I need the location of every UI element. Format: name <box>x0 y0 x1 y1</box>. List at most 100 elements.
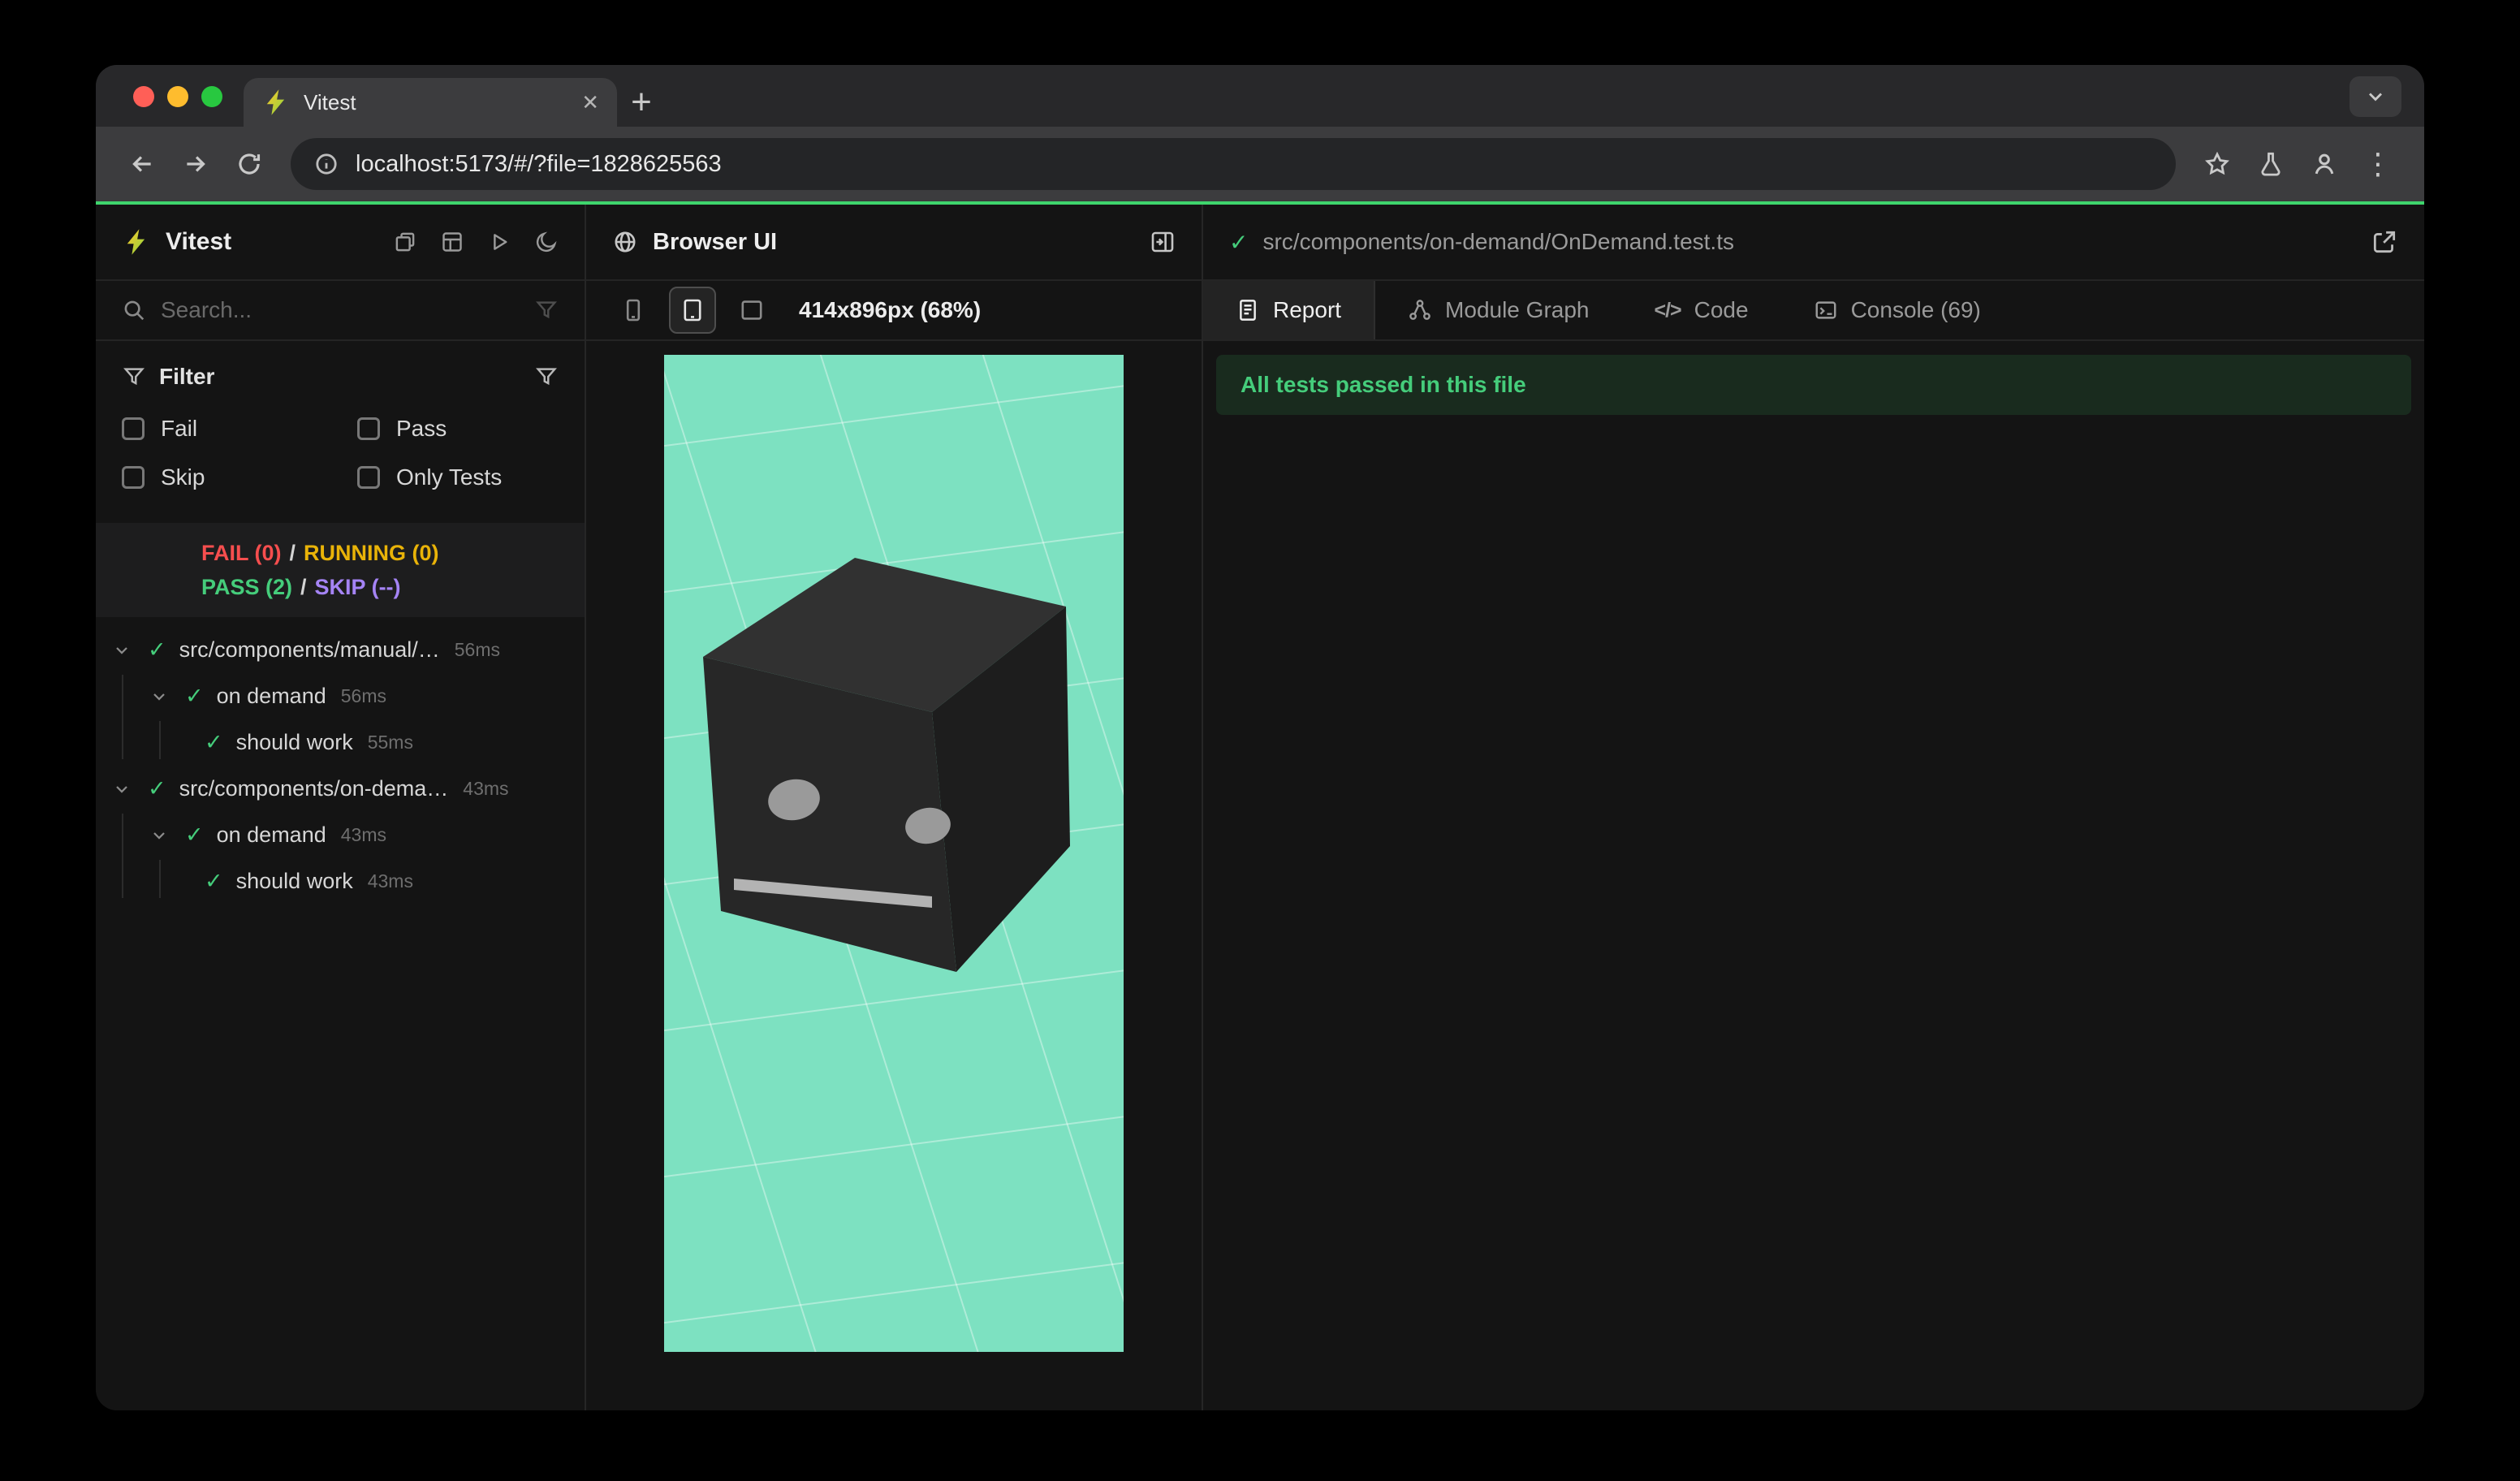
tree-row-file[interactable]: ✓ src/components/manual/… 56ms <box>96 627 585 673</box>
check-icon: ✓ <box>205 730 223 754</box>
summary-line-2: PASS (2) / SKIP (--) <box>201 570 585 604</box>
tree-item-label: should work <box>235 730 353 754</box>
zoom-window-button[interactable] <box>201 86 222 107</box>
browser-tab[interactable]: Vitest ✕ <box>244 78 617 127</box>
nav-back-button[interactable] <box>115 137 169 191</box>
chevron-down-icon[interactable] <box>112 641 133 660</box>
filter-section: Filter Fail Pass Skip Only Tests <box>96 341 585 518</box>
checkbox-label: Skip <box>161 464 205 490</box>
reload-button[interactable] <box>222 137 276 191</box>
test-summary: FAIL (0) / RUNNING (0) PASS (2) / SKIP (--) <box>96 523 585 617</box>
collapse-panels-button[interactable] <box>393 230 417 254</box>
person-icon <box>2311 150 2338 178</box>
checkbox-box[interactable] <box>122 417 145 440</box>
tree-row-test[interactable]: ✓ should work 43ms <box>96 858 585 905</box>
search-filter-icon[interactable] <box>534 298 559 322</box>
chevron-down-icon[interactable] <box>149 687 170 706</box>
document-icon <box>1236 298 1260 322</box>
report-body: All tests passed in this file <box>1203 341 2424 1410</box>
tab-report[interactable]: Report <box>1203 281 1376 339</box>
phone-icon <box>620 297 646 323</box>
search-input[interactable] <box>161 297 520 323</box>
check-icon: ✓ <box>185 684 204 708</box>
tree-row-suite[interactable]: ✓ on demand 43ms <box>96 812 585 858</box>
checkbox-box[interactable] <box>357 417 380 440</box>
chevron-down-icon[interactable] <box>112 779 133 799</box>
robot-cube-scene <box>664 355 1124 1352</box>
tree-item-label: on demand <box>216 823 326 847</box>
tab-label: Console (69) <box>1850 297 1981 322</box>
tree-item-label: should work <box>235 869 353 893</box>
device-tablet-button[interactable] <box>669 287 716 334</box>
arrow-right-icon <box>182 150 209 178</box>
checkbox-pass[interactable]: Pass <box>357 416 559 442</box>
tree-row-suite[interactable]: ✓ on demand 56ms <box>96 673 585 719</box>
tree-row-test[interactable]: ✓ should work 55ms <box>96 719 585 766</box>
minimize-window-button[interactable] <box>167 86 188 107</box>
bookmark-button[interactable] <box>2190 137 2244 191</box>
profile-button[interactable] <box>2298 137 2351 191</box>
plus-icon: + <box>631 82 652 122</box>
dock-panel-button[interactable] <box>1150 229 1176 255</box>
running-count: RUNNING (0) <box>304 541 439 565</box>
panel-title: Browser UI <box>653 228 778 255</box>
nav-forward-button[interactable] <box>169 137 222 191</box>
flask-icon <box>2257 150 2285 178</box>
open-external-button[interactable] <box>2371 228 2398 256</box>
tab-search-button[interactable] <box>2350 76 2401 117</box>
theme-toggle-button[interactable] <box>534 230 559 254</box>
labs-button[interactable] <box>2244 137 2298 191</box>
dashboard-button[interactable] <box>440 230 464 254</box>
check-icon: ✓ <box>1229 229 1249 255</box>
filter-title: Filter <box>159 364 215 389</box>
kebab-menu-icon: ⋮ <box>2363 147 2393 180</box>
checkbox-label: Pass <box>396 416 447 441</box>
monitor-icon <box>739 297 765 323</box>
close-tab-icon[interactable]: ✕ <box>581 92 599 113</box>
address-bar[interactable]: localhost:5173/#/?file=1828625563 <box>291 138 2176 190</box>
check-icon: ✓ <box>148 637 166 662</box>
run-all-button[interactable] <box>487 230 511 254</box>
checkbox-box[interactable] <box>122 466 145 489</box>
checkbox-box[interactable] <box>357 466 380 489</box>
search-icon <box>122 298 146 322</box>
tree-item-time: 56ms <box>454 639 501 660</box>
pass-count: PASS (2) <box>201 575 293 599</box>
device-desktop-button[interactable] <box>731 289 773 331</box>
browser-window: Vitest ✕ + localhost:5173/#/?file=182862… <box>96 65 2424 1410</box>
device-toolbar: 414x896px (68%) <box>586 281 1202 341</box>
terminal-icon <box>1814 298 1838 322</box>
report-panel: ✓ src/components/on-demand/OnDemand.test… <box>1203 205 2424 1410</box>
close-window-button[interactable] <box>133 86 154 107</box>
tab-code[interactable]: </> Code <box>1621 281 1780 339</box>
browser-ui-body <box>586 341 1202 1410</box>
device-phone-button[interactable] <box>612 289 654 331</box>
check-icon: ✓ <box>185 823 204 847</box>
file-path: src/components/on-demand/OnDemand.test.t… <box>1262 229 1734 254</box>
funnel-icon <box>122 365 146 389</box>
filter-clear-icon[interactable] <box>534 365 559 389</box>
browser-ui-panel: Browser UI 414x896px (68%) <box>586 205 1203 1410</box>
tree-item-time: 43ms <box>340 824 386 845</box>
tab-label: Code <box>1694 297 1749 322</box>
tab-module-graph[interactable]: Module Graph <box>1375 281 1621 339</box>
new-tab-button[interactable]: + <box>617 78 666 127</box>
chevron-down-icon[interactable] <box>149 826 170 845</box>
checkbox-skip[interactable]: Skip <box>122 464 357 490</box>
sidebar: Vitest Filter <box>96 205 586 1410</box>
window-controls <box>133 86 222 107</box>
banner-text: All tests passed in this file <box>1241 372 1526 397</box>
browser-viewport[interactable] <box>664 355 1124 1352</box>
search-row <box>96 281 585 341</box>
app-title: Vitest <box>166 228 232 255</box>
tree-item-time: 56ms <box>340 685 386 706</box>
tests-passed-banner: All tests passed in this file <box>1216 355 2411 415</box>
tree-item-label: on demand <box>216 684 326 708</box>
tablet-icon <box>680 297 706 323</box>
browser-menu-button[interactable]: ⋮ <box>2351 137 2405 191</box>
checkbox-only-tests[interactable]: Only Tests <box>357 464 559 490</box>
tree-row-file[interactable]: ✓ src/components/on-dema… 43ms <box>96 766 585 812</box>
tab-console[interactable]: Console (69) <box>1781 281 2013 339</box>
site-info-icon[interactable] <box>313 151 339 177</box>
checkbox-fail[interactable]: Fail <box>122 416 357 442</box>
